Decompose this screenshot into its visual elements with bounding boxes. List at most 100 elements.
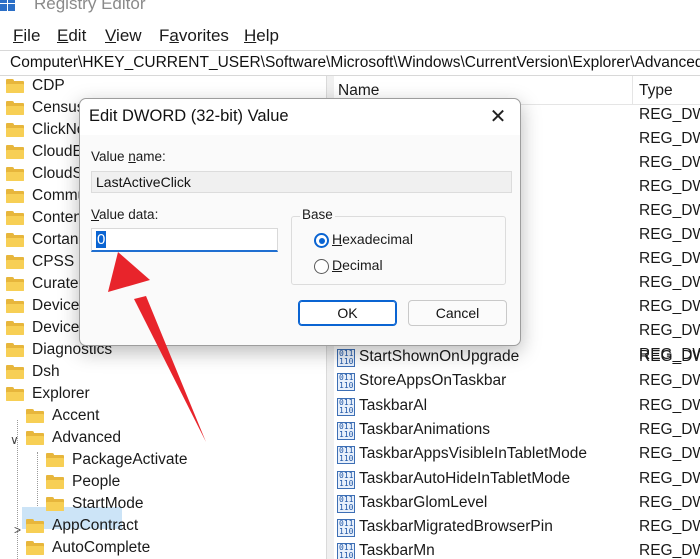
tree-item-label: CDP [32, 77, 65, 94]
tree-item-label: Explorer [32, 385, 90, 402]
folder-icon [26, 409, 44, 423]
list-row[interactable]: 011110TaskbarMigratedBrowserPin REG_DWO [334, 516, 700, 540]
registry-app-icon [0, 0, 16, 12]
row-type: REG_DWO [639, 396, 700, 414]
value-data-text[interactable]: 0 [96, 231, 107, 248]
hexadecimal-label[interactable]: Hexadecimal [332, 231, 413, 247]
tree-item-label: People [72, 473, 121, 490]
menu-edit[interactable]: Edit [57, 26, 86, 46]
list-row[interactable]: 011110StoreAppsOnTaskbar REG_DWO [334, 370, 700, 394]
list-row[interactable]: 011110TaskbarGlomLevel REG_DWO [334, 492, 700, 516]
tree-item-label: CPSS [32, 253, 75, 270]
folder-icon [6, 343, 24, 357]
row-type: REG_DWO [639, 106, 700, 123]
folder-icon [6, 387, 24, 401]
tree-item-label: StartMode [72, 495, 144, 512]
window-title: Registry Editor [34, 0, 146, 13]
collapsed-chevron-icon[interactable]: > [14, 523, 21, 537]
tree-item-label: Census [32, 99, 85, 116]
list-row[interactable]: 011110TaskbarAl REG_DWO [334, 395, 700, 419]
row-type: REG_DWO [639, 130, 700, 147]
dword-value-icon: 011 110 [337, 543, 355, 559]
tree-item-label: CloudE [32, 143, 83, 160]
column-separator[interactable] [632, 76, 633, 104]
address-path[interactable]: Computer\HKEY_CURRENT_USER\Software\Micr… [10, 54, 700, 72]
tree-item-label: Dsh [32, 363, 60, 380]
list-row[interactable]: 011110TaskbarMn REG_DWO [334, 540, 700, 559]
folder-icon [26, 431, 44, 445]
row-name: TaskbarAnimations [359, 420, 490, 438]
base-group: Base Hexadecimal Decimal [291, 207, 506, 285]
row-name: TaskbarMn [359, 542, 435, 559]
menu-favorites[interactable]: Favorites [159, 26, 229, 46]
expand-chevron-icon[interactable]: ∨ [10, 433, 19, 447]
tree-item-label: CloudS [32, 165, 83, 182]
row-name: TaskbarAl [359, 396, 428, 414]
decimal-radio[interactable] [314, 259, 329, 274]
folder-icon [26, 541, 44, 555]
folder-icon [6, 79, 24, 93]
list-row[interactable]: 011 110 TaskbarAppsVisibleInTabletMode REG_… [334, 443, 700, 467]
row-type: REG_DWO [639, 445, 700, 463]
tree-item-label: AppContract [52, 517, 139, 534]
folder-icon [46, 497, 64, 511]
cancel-button[interactable]: Cancel [408, 300, 507, 326]
row-name: TaskbarAutoHideInTabletMode [359, 469, 571, 487]
folder-icon [6, 101, 24, 115]
menu-view[interactable]: View [105, 26, 142, 46]
list-row[interactable]: 011110TaskbarAutoHideInTabletMode REG_DWO [334, 468, 700, 492]
row-type: REG_DWO [639, 250, 700, 267]
tree-guide-line [37, 452, 38, 512]
menu-bar: File Edit View Favorites Help [0, 22, 700, 50]
address-bar[interactable]: Computer\HKEY_CURRENT_USER\Software\Micr… [0, 50, 700, 76]
tree-item-label: Accent [52, 407, 100, 424]
row-name: StoreAppsOnTaskbar [359, 372, 507, 390]
folder-icon [6, 233, 24, 247]
close-icon[interactable]: ✕ [483, 102, 513, 132]
dword-value-icon: 011 110 [337, 446, 355, 465]
folder-icon [46, 475, 64, 489]
list-row[interactable]: 011110StartShownOnUpgrade REG_DWO [334, 346, 700, 370]
value-name-label: Value name: [91, 149, 166, 164]
row-type: REG_DWO [639, 298, 700, 315]
row-name: TaskbarMigratedBrowserPin [359, 518, 553, 536]
dword-value-icon: 011 110 [337, 349, 355, 367]
menu-help[interactable]: Help [244, 26, 279, 46]
dword-value-icon: 011 110 [337, 519, 355, 538]
list-row[interactable]: 011110TaskbarAnimations REG_DWO [334, 419, 700, 443]
decimal-label[interactable]: Decimal [332, 257, 383, 273]
row-type: REG_DWO [639, 542, 700, 559]
row-type: REG_DWO [639, 372, 700, 390]
row-type: REG_DWO [639, 518, 700, 536]
row-type: REG_DWO [639, 154, 700, 171]
row-name: StartShownOnUpgrade [359, 348, 520, 365]
dword-value-icon: 011 110 [337, 373, 355, 392]
tree-item-label: ClickNo [32, 121, 86, 138]
value-name-field: LastActiveClick [91, 171, 512, 193]
column-header-type[interactable]: Type [639, 82, 673, 100]
hexadecimal-radio[interactable] [314, 233, 329, 248]
dword-value-icon: 011 110 [337, 421, 355, 440]
value-data-input[interactable]: 0 [91, 228, 278, 252]
tree-item-label: Conten [32, 209, 82, 226]
dword-value-icon: 011 110 [337, 494, 355, 513]
ok-button[interactable]: OK [298, 300, 397, 326]
dword-value-icon: 011 110 [337, 470, 355, 489]
folder-icon [6, 211, 24, 225]
tree-item-label: Advanced [52, 429, 121, 446]
dialog-title-bar: Edit DWORD (32-bit) Value ✕ [80, 99, 520, 135]
title-bar: Registry Editor [0, 0, 700, 22]
tree-item-label: AutoComplete [52, 539, 151, 556]
row-type: REG_DWO [639, 274, 700, 291]
folder-icon [6, 277, 24, 291]
folder-icon [6, 299, 24, 313]
tree-item-label: Device [32, 297, 80, 314]
folder-icon [6, 145, 24, 159]
tree-item-label: PackageActivate [72, 451, 188, 468]
value-name-text: LastActiveClick [96, 174, 191, 190]
base-group-title: Base [300, 207, 335, 222]
row-type: REG_DWO [639, 348, 700, 365]
row-type: REG_DWO [639, 178, 700, 195]
menu-file[interactable]: File [13, 26, 40, 46]
edit-dword-dialog: Edit DWORD (32-bit) Value ✕ Value name: … [79, 98, 521, 346]
